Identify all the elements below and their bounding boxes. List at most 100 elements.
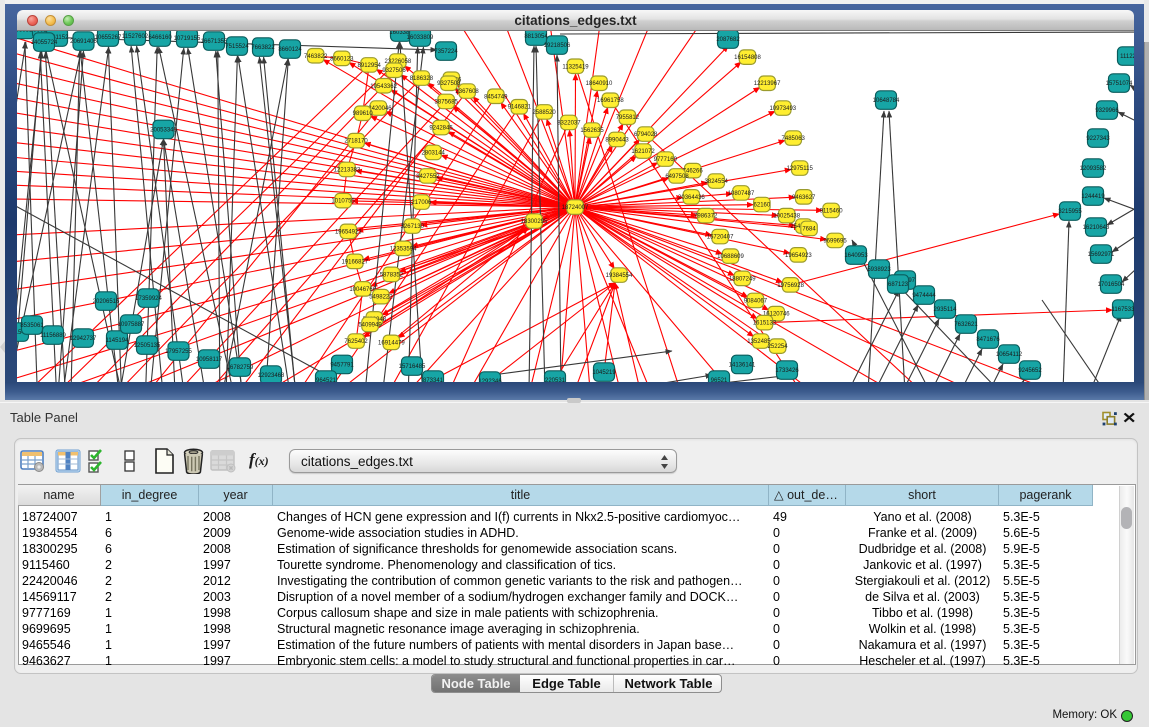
svg-text:5878352: 5878352 [380,272,404,278]
svg-text:16154808: 16154808 [734,55,761,61]
svg-text:9329966: 9329966 [1095,108,1119,114]
svg-text:989610: 989610 [353,111,374,117]
svg-text:8454749: 8454749 [484,94,508,100]
svg-text:12213383: 12213383 [334,167,361,173]
svg-text:9242845: 9242845 [429,126,453,132]
svg-text:9777169: 9777169 [654,157,678,163]
svg-text:96521: 96521 [711,378,728,382]
svg-text:7357224: 7357224 [434,49,458,55]
svg-text:9084067: 9084067 [744,299,768,305]
svg-text:9327508: 9327508 [437,81,461,87]
svg-text:15751074: 15751074 [1106,81,1133,87]
svg-text:10655267: 10655267 [95,35,122,41]
svg-text:1640953: 1640953 [844,253,868,259]
svg-text:1292346: 1292346 [478,379,502,382]
svg-text:7625402: 7625402 [344,339,368,345]
svg-text:7463822: 7463822 [304,54,328,60]
svg-text:10025438: 10025438 [773,214,800,220]
svg-text:11156889: 11156889 [40,333,66,339]
svg-text:11122: 11122 [1120,54,1134,60]
svg-text:3875685: 3875685 [435,100,459,106]
svg-text:15716485: 15716485 [399,364,426,370]
svg-text:9699695: 9699695 [823,239,847,245]
svg-text:20691406: 20691406 [70,39,97,45]
svg-text:3267130: 3267130 [401,224,425,230]
svg-text:8471676: 8471676 [976,337,1000,343]
svg-text:6497508: 6497508 [665,174,689,180]
svg-text:6466160: 6466160 [148,35,172,41]
svg-text:14055724: 14055724 [31,40,58,46]
svg-text:5938923: 5938923 [867,267,891,273]
svg-text:17359924: 17359924 [135,296,162,302]
svg-text:8813054: 8813054 [524,34,548,40]
svg-text:220531: 220531 [545,378,566,382]
svg-text:16671355: 16671355 [201,39,228,45]
svg-text:16210643: 16210643 [1083,225,1110,231]
svg-text:687123: 687123 [888,282,909,288]
svg-text:964521: 964521 [316,378,337,382]
svg-text:7986372: 7986372 [694,214,718,220]
svg-text:1145194: 1145194 [106,338,130,344]
svg-text:20364436: 20364436 [678,195,705,201]
svg-text:19654923: 19654923 [785,253,812,259]
svg-text:2588520: 2588520 [532,110,556,116]
svg-text:18640910: 18640910 [586,81,613,87]
svg-text:2718170: 2718170 [344,139,368,145]
svg-text:8322037: 8322037 [557,120,581,126]
svg-text:16961758: 16961758 [597,98,624,104]
svg-text:19756928: 19756928 [777,283,804,289]
svg-text:17957255: 17957255 [165,349,192,355]
svg-text:16914479: 16914479 [378,340,405,346]
svg-text:7684: 7684 [802,227,816,233]
svg-text:12093582: 12093582 [1080,166,1107,172]
svg-text:12975115: 12975115 [787,166,814,172]
svg-text:12505135: 12505135 [134,343,161,349]
svg-text:1733426: 1733426 [775,368,799,374]
svg-text:2087682: 2087682 [716,37,740,43]
svg-text:8660124: 8660124 [278,47,302,53]
svg-text:19166827: 19166827 [341,259,368,265]
svg-text:19218506: 19218506 [544,43,571,49]
svg-text:1010755: 1010755 [331,199,355,205]
svg-text:10958117: 10958117 [196,357,223,363]
svg-text:9146821: 9146821 [508,105,532,111]
svg-text:9115460: 9115460 [820,208,844,214]
svg-text:11527602: 11527602 [122,34,149,40]
svg-text:16782759: 16782759 [227,365,254,371]
svg-text:8912954: 8912954 [358,63,382,69]
svg-text:15692971: 15692971 [1088,252,1115,258]
svg-text:18724007: 18724007 [562,205,589,211]
svg-text:8660123: 8660123 [330,56,354,62]
svg-text:62160: 62160 [754,203,771,209]
svg-text:7515524: 7515524 [225,44,249,50]
svg-text:10719155: 10719155 [174,36,201,42]
svg-text:12923468: 12923468 [258,373,285,379]
svg-text:7955812: 7955812 [616,115,640,121]
svg-text:12213967: 12213967 [754,81,781,87]
svg-text:7632621: 7632621 [954,322,978,328]
svg-text:7663822: 7663822 [251,45,275,51]
svg-text:6794028: 6794028 [634,132,658,138]
svg-text:15720407: 15720407 [707,235,734,241]
svg-text:5409949: 5409949 [358,323,382,329]
svg-text:252254: 252254 [768,344,789,350]
svg-text:9463627: 9463627 [792,195,816,201]
svg-text:10648784: 10648784 [873,98,900,104]
svg-text:1167533: 1167533 [1112,307,1134,313]
svg-text:19384554: 19384554 [606,273,633,279]
svg-text:3215955: 3215955 [1058,209,1082,215]
svg-text:1045219: 1045219 [592,370,616,376]
svg-text:12353594: 12353594 [390,246,417,252]
svg-text:18300295: 18300295 [521,219,548,225]
svg-text:20053346: 20053346 [150,128,177,134]
svg-text:10543362: 10543362 [370,84,397,90]
svg-text:9245652: 9245652 [1018,368,1042,374]
svg-text:7485063: 7485063 [782,136,806,142]
svg-text:11325419: 11325419 [562,64,589,70]
svg-text:12942737: 12942737 [70,336,97,342]
svg-text:217006: 217006 [411,200,432,206]
svg-text:8186328: 8186328 [410,76,434,82]
svg-text:873341: 873341 [423,378,444,382]
svg-text:16033809: 16033809 [407,35,434,41]
svg-text:8990443: 8990443 [605,137,629,143]
